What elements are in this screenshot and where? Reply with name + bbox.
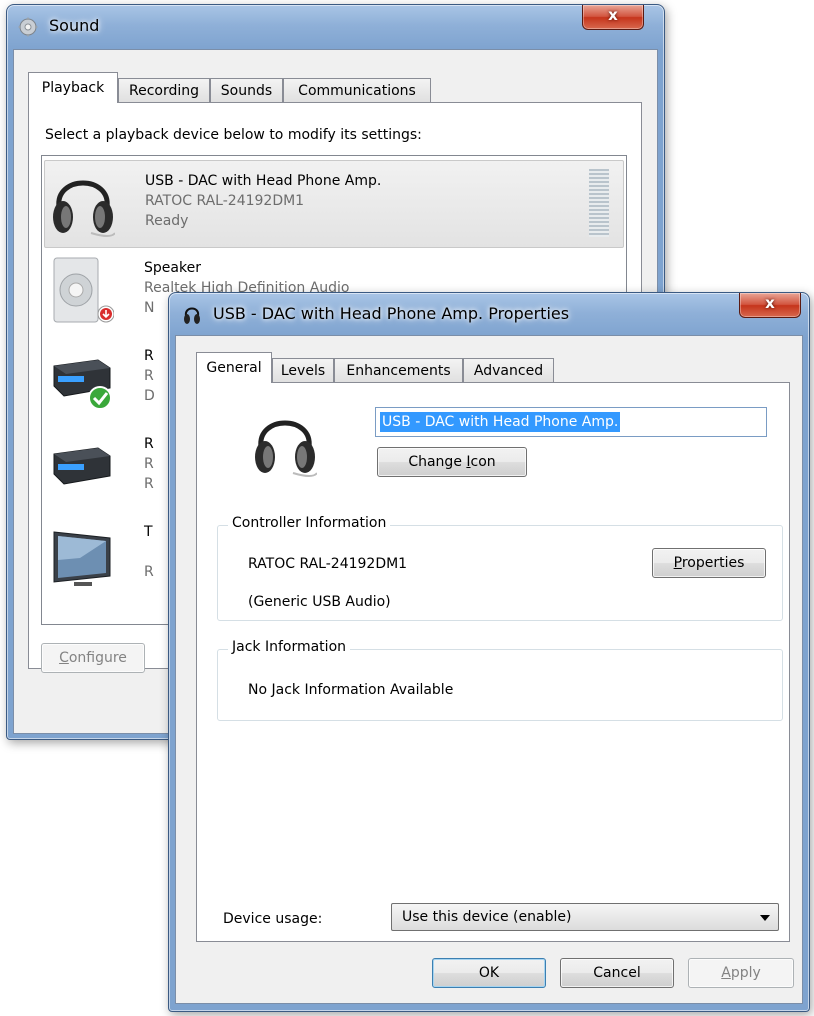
headphones-icon [183, 305, 201, 325]
receiver-icon [50, 430, 114, 504]
volume-meter [589, 169, 609, 237]
button-text: Cancel [593, 965, 641, 981]
device-usage-label: Device usage: [223, 911, 323, 927]
monitor-icon [50, 518, 114, 592]
device-status: R [144, 476, 154, 492]
controller-properties-button[interactable]: Properties [652, 548, 766, 578]
tab-enhancements[interactable]: Enhancements [334, 358, 463, 382]
button-text: con [470, 454, 496, 470]
tab-label: Communications [298, 83, 416, 99]
sound-titlebar[interactable]: Sound x [7, 5, 664, 49]
button-mnemonic: A [721, 965, 731, 981]
device-name: T [144, 524, 153, 540]
device-driver: RATOC RAL-24192DM1 [145, 193, 305, 209]
device-status: R [144, 564, 154, 580]
tab-communications[interactable]: Communications [283, 78, 431, 102]
device-name: Speaker [144, 260, 201, 276]
jack-group-label: Jack Information [228, 639, 351, 655]
sound-close-button[interactable]: x [582, 5, 644, 30]
device-status: D [144, 388, 155, 404]
tab-sounds[interactable]: Sounds [210, 78, 283, 102]
controller-name: RATOC RAL-24192DM1 [248, 556, 408, 572]
speaker-app-icon [17, 16, 39, 38]
jack-information-group: Jack Information No Jack Information Ava… [217, 639, 783, 721]
configure-button[interactable]: Configure [41, 643, 145, 673]
tab-label: Recording [128, 83, 200, 99]
tab-label: Levels [280, 363, 326, 379]
device-name-field[interactable]: USB - DAC with Head Phone Amp. [375, 407, 767, 437]
device-usage-dropdown[interactable]: Use this device (enable) [391, 903, 779, 931]
device-name: R [144, 348, 154, 364]
button-text: Change [408, 454, 467, 470]
device-driver: R [144, 368, 154, 384]
device-status: N [144, 300, 155, 316]
close-icon: x [608, 6, 618, 24]
properties-client-area: General Levels Enhancements Advanced USB… [175, 335, 803, 1004]
tab-advanced[interactable]: Advanced [463, 358, 554, 382]
button-text: OK [478, 965, 500, 981]
properties-close-button[interactable]: x [739, 293, 801, 318]
cancel-button[interactable]: Cancel [560, 958, 674, 988]
button-text: onfigure [68, 650, 127, 666]
device-name-value: USB - DAC with Head Phone Amp. [380, 412, 621, 432]
playback-instruction: Select a playback device below to modify… [45, 127, 422, 143]
tab-recording[interactable]: Recording [118, 78, 210, 102]
tab-levels[interactable]: Levels [272, 358, 334, 382]
properties-titlebar[interactable]: USB - DAC with Head Phone Amp. Propertie… [169, 293, 809, 337]
device-name: USB - DAC with Head Phone Amp. [145, 173, 382, 189]
speaker-icon [50, 254, 115, 328]
button-text: roperties [681, 555, 745, 571]
device-item-usb-dac[interactable]: USB - DAC with Head Phone Amp. RATOC RAL… [44, 160, 624, 248]
tab-label: Advanced [473, 363, 544, 379]
button-text: pply [730, 965, 761, 981]
general-panel: USB - DAC with Head Phone Amp. Change Ic… [196, 382, 790, 942]
jack-information-text: No Jack Information Available [248, 682, 454, 698]
properties-tabs: General Levels Enhancements Advanced [196, 352, 596, 383]
tab-general[interactable]: General [196, 352, 272, 383]
controller-group-label: Controller Information [228, 515, 391, 531]
tab-label: Playback [41, 80, 105, 96]
receiver-icon [50, 342, 114, 416]
headphones-icon [51, 167, 116, 241]
controller-type: (Generic USB Audio) [248, 594, 391, 610]
properties-dialog-title: USB - DAC with Head Phone Amp. Propertie… [213, 304, 570, 323]
controller-information-group: Controller Information RATOC RAL-24192DM… [217, 515, 783, 621]
device-usage-value: Use this device (enable) [402, 909, 572, 925]
close-icon: x [765, 294, 775, 312]
sound-tabs: Playback Recording Sounds Communications [28, 72, 448, 103]
device-name: R [144, 436, 154, 452]
ok-button[interactable]: OK [432, 958, 546, 988]
tab-label: Sounds [220, 83, 273, 99]
change-icon-button[interactable]: Change Icon [377, 447, 527, 477]
device-status: Ready [145, 213, 189, 229]
apply-button[interactable]: Apply [688, 958, 794, 988]
button-mnemonic: C [59, 650, 69, 666]
headphones-icon [253, 407, 318, 481]
device-driver: R [144, 456, 154, 472]
tab-label: General [206, 360, 262, 376]
dropdown-arrow-icon [760, 915, 770, 921]
tab-playback[interactable]: Playback [28, 72, 118, 103]
button-mnemonic: P [673, 555, 682, 571]
tab-label: Enhancements [346, 363, 451, 379]
properties-dialog: USB - DAC with Head Phone Amp. Propertie… [168, 292, 810, 1012]
sound-window-title: Sound [49, 16, 100, 35]
